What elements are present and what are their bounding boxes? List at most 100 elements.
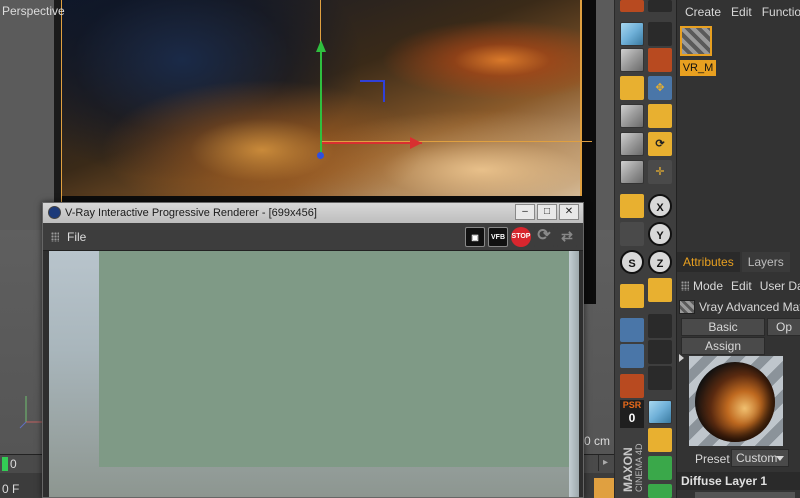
tab-layers[interactable]: Layers: [741, 252, 790, 272]
attributes-menu: Mode Edit User Data: [677, 276, 800, 296]
material-name[interactable]: VR_M: [680, 60, 716, 76]
preview-expand-icon[interactable]: [679, 354, 684, 362]
render-settings-icon[interactable]: [620, 0, 644, 12]
z-axis-handle-drop: [383, 80, 385, 102]
texture-mode-icon[interactable]: [620, 48, 644, 72]
object-origin-dot[interactable]: [317, 152, 324, 159]
planar-workplane-icon[interactable]: [620, 344, 644, 368]
tool-palette: S PSR 0 MAXON CINEMA 4D ✥ ⟳ ✛ X Y Z: [614, 0, 676, 498]
current-frame-field[interactable]: 0 F: [2, 482, 19, 496]
assign-button[interactable]: Assign: [681, 337, 765, 355]
vray-window-title: V-Ray Interactive Progressive Renderer -…: [65, 207, 317, 219]
object-name: Vray Advanced Material: [699, 300, 800, 314]
points-mode-icon[interactable]: [620, 104, 644, 128]
file-menu[interactable]: File: [67, 230, 86, 244]
plane-texture-image: [62, 0, 582, 196]
options-button[interactable]: Op: [767, 318, 800, 336]
material-preview[interactable]: [679, 354, 783, 446]
vray-app-icon: [48, 206, 61, 219]
object-header: Vray Advanced Material: [679, 298, 800, 316]
pen-tool-icon[interactable]: [648, 428, 672, 452]
render-film-icon[interactable]: [594, 478, 614, 498]
material-type-icon: [679, 300, 695, 314]
grid-scale-label: 0 cm: [584, 434, 611, 448]
refresh-icon[interactable]: ⟳: [534, 227, 554, 247]
close-button[interactable]: ✕: [559, 204, 579, 220]
attributes-menu-userdata[interactable]: User Data: [760, 279, 800, 293]
magnet-icon[interactable]: [620, 284, 644, 308]
timeline-arrow-icon[interactable]: ▸: [598, 455, 612, 471]
preset-select[interactable]: Custom: [731, 449, 789, 467]
undo-icon[interactable]: [648, 0, 672, 12]
coordinate-system-icon[interactable]: [648, 278, 672, 302]
material-menu-create[interactable]: Create: [685, 5, 721, 19]
material-manager: Create Edit Function VR_M: [676, 0, 800, 250]
current-frame-marker[interactable]: [2, 457, 8, 471]
redo-icon[interactable]: [648, 22, 672, 46]
model-mode-icon[interactable]: [620, 22, 644, 46]
edges-mode-icon[interactable]: [620, 132, 644, 156]
x-axis-handle[interactable]: [322, 142, 422, 144]
cube-object-icon[interactable]: [648, 400, 672, 424]
x-axis-lock-icon[interactable]: X: [648, 194, 672, 218]
timeline-frame-value: 0: [10, 457, 17, 471]
edit-render-settings-icon[interactable]: [648, 366, 672, 390]
psr-value: 0: [628, 411, 636, 425]
x-axis-arrow-icon[interactable]: [410, 137, 422, 149]
render-view-icon[interactable]: [648, 314, 672, 338]
diffuse-color-row[interactable]: [695, 492, 795, 498]
transform-tool-icon[interactable]: ✛: [648, 160, 672, 184]
swap-icon[interactable]: ⇄: [557, 227, 577, 247]
render-frame-icon[interactable]: ▣: [465, 227, 485, 247]
viewport-label[interactable]: Perspective: [2, 4, 65, 18]
psr-indicator: PSR 0: [620, 400, 644, 428]
move-tool-icon[interactable]: ✥: [648, 76, 672, 100]
axis-mode-icon[interactable]: [620, 194, 644, 218]
attributes-grip-icon[interactable]: [681, 281, 689, 291]
basic-button[interactable]: Basic: [681, 318, 765, 336]
polygons-mode-icon[interactable]: [620, 160, 644, 184]
snap-icon[interactable]: S: [620, 250, 644, 274]
diffuse-layer-header[interactable]: Diffuse Layer 1: [677, 472, 800, 490]
render-plane: [99, 251, 569, 467]
cinema4d-brand: CINEMA 4D: [634, 443, 644, 492]
render-to-picture-viewer-icon[interactable]: [648, 340, 672, 364]
attributes-menu-mode[interactable]: Mode: [693, 279, 723, 293]
preview-sphere: [695, 362, 775, 442]
tweak-mode-icon[interactable]: [620, 222, 644, 246]
maxon-logo: MAXON CINEMA 4D: [617, 430, 647, 498]
generator-icon[interactable]: [648, 456, 672, 480]
chevron-down-icon: [776, 456, 784, 461]
attributes-menu-edit[interactable]: Edit: [731, 279, 752, 293]
scale-tool-icon[interactable]: [648, 104, 672, 128]
vray-menubar: File ▣ VFB STOP ⟳ ⇄: [43, 223, 583, 251]
material-menu-edit[interactable]: Edit: [731, 5, 752, 19]
folder-icon[interactable]: [620, 374, 644, 398]
y-axis-arrow-icon[interactable]: [316, 40, 326, 52]
preset-label: Preset: [695, 452, 730, 466]
lock-workplane-icon[interactable]: [620, 318, 644, 342]
vfb-icon[interactable]: VFB: [488, 227, 508, 247]
workplane-mode-icon[interactable]: [620, 76, 644, 100]
z-axis-lock-icon[interactable]: Z: [648, 250, 672, 274]
render-preview[interactable]: [49, 251, 579, 497]
y-axis-lock-icon[interactable]: Y: [648, 222, 672, 246]
maximize-button[interactable]: □: [537, 204, 557, 220]
material-thumbnail[interactable]: [680, 26, 712, 56]
live-selection-icon[interactable]: [648, 48, 672, 72]
render-edge: [569, 251, 579, 497]
vray-ipr-window[interactable]: V-Ray Interactive Progressive Renderer -…: [42, 202, 584, 498]
vray-titlebar[interactable]: V-Ray Interactive Progressive Renderer -…: [43, 203, 583, 223]
maxon-brand: MAXON: [621, 447, 635, 492]
material-menu: Create Edit Function: [677, 2, 800, 22]
psr-label: PSR: [622, 400, 642, 410]
y-axis-handle[interactable]: [320, 46, 322, 156]
rotate-tool-icon[interactable]: ⟳: [648, 132, 672, 156]
minimize-button[interactable]: ‒: [515, 204, 535, 220]
stop-render-button[interactable]: STOP: [511, 227, 531, 247]
tab-attributes[interactable]: Attributes: [677, 252, 740, 272]
menu-grip-icon[interactable]: [51, 232, 59, 242]
material-menu-function[interactable]: Function: [762, 5, 800, 19]
deformer-icon[interactable]: [648, 484, 672, 498]
z-axis-handle[interactable]: [360, 80, 384, 82]
